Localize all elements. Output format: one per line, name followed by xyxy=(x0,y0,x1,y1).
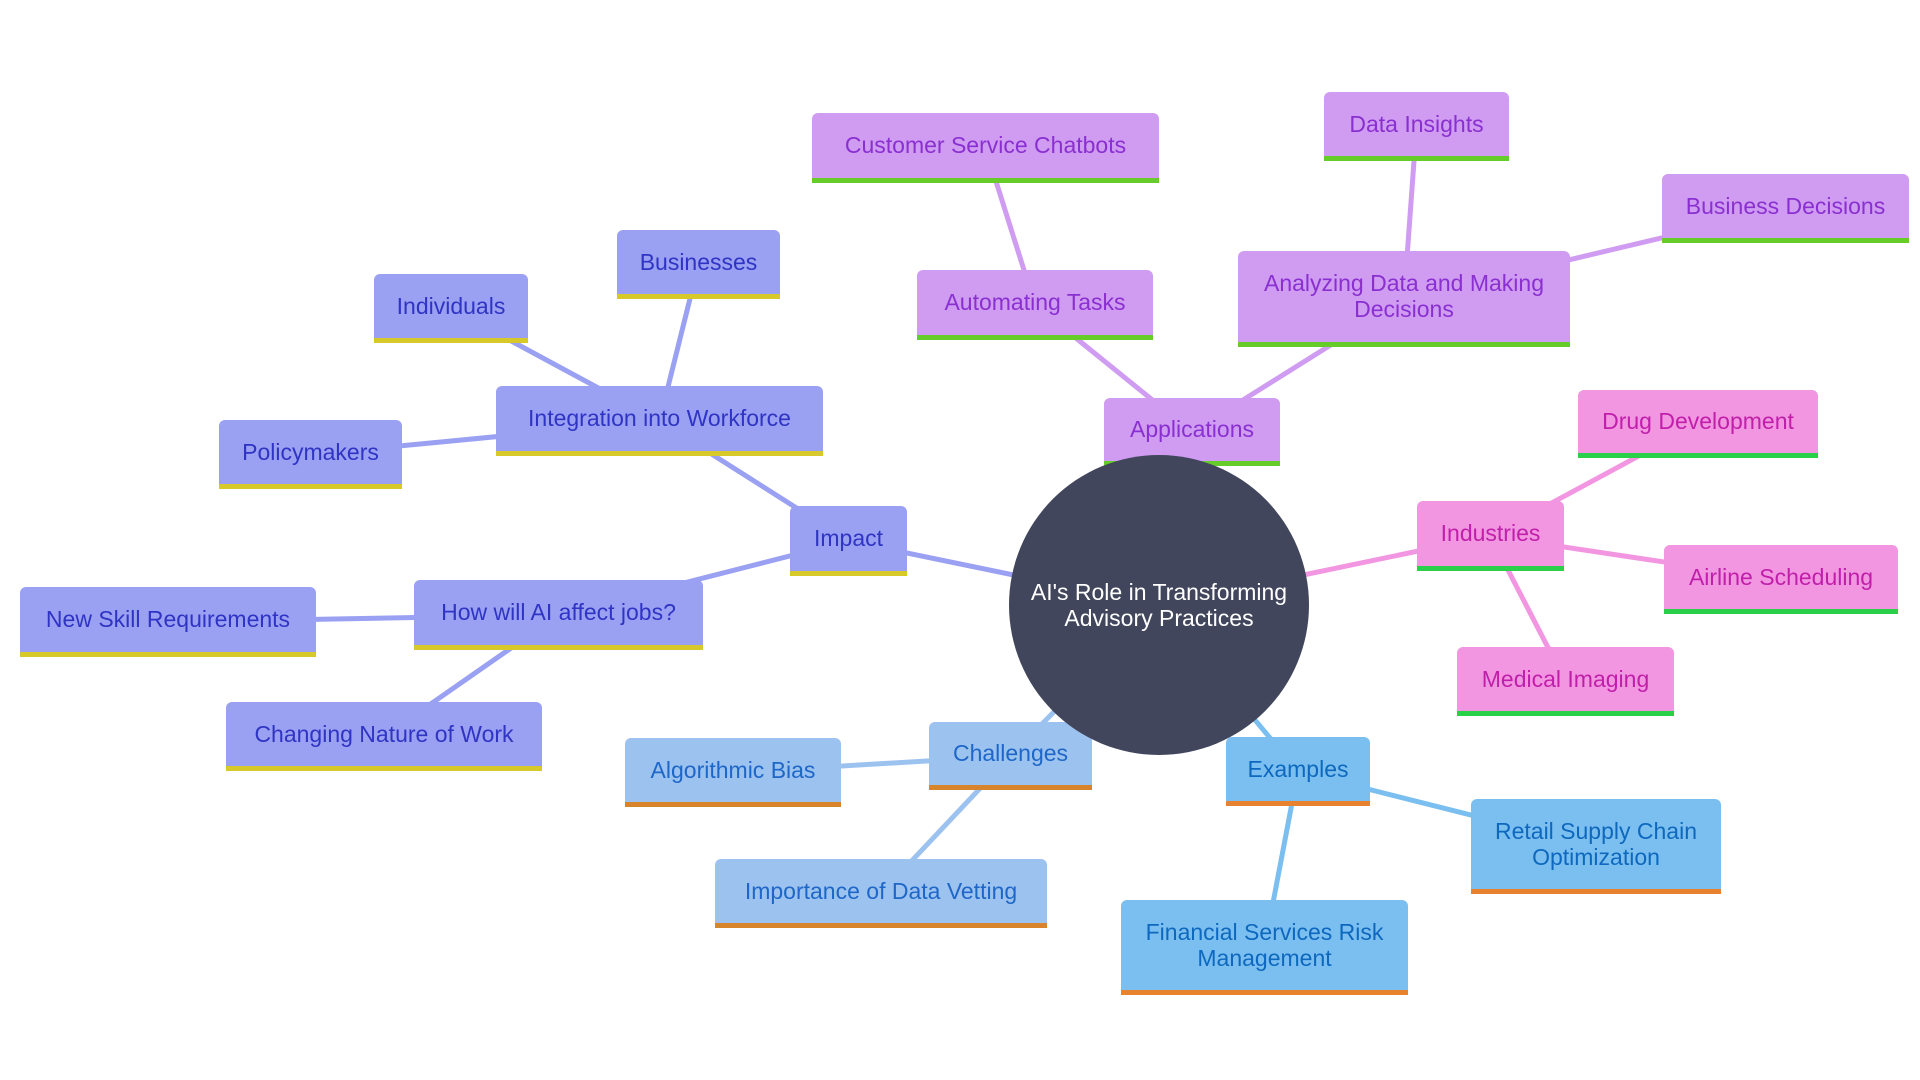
node-how-will-ai-affect-jobs[interactable]: How will AI affect jobs? xyxy=(414,580,703,650)
node-label: Businesses xyxy=(639,248,758,275)
node-analyzing-data-and-making-decisions[interactable]: Analyzing Data and Making Decisions xyxy=(1238,251,1570,347)
node-applications[interactable]: Applications xyxy=(1104,398,1280,466)
node-integration-into-workforce[interactable]: Integration into Workforce xyxy=(496,386,823,456)
node-label: Impact xyxy=(813,525,884,551)
node-label: How will AI affect jobs? xyxy=(441,599,676,625)
node-label: Financial Services Risk Management xyxy=(1145,918,1384,971)
node-financial-services-risk-management[interactable]: Financial Services Risk Management xyxy=(1121,900,1408,995)
node-drug-development[interactable]: Drug Development xyxy=(1578,390,1818,458)
node-impact[interactable]: Impact xyxy=(790,506,907,576)
root-node[interactable]: AI's Role in Transforming Advisory Pract… xyxy=(1009,455,1309,755)
node-automating-tasks[interactable]: Automating Tasks xyxy=(917,270,1153,340)
node-importance-of-data-vetting[interactable]: Importance of Data Vetting xyxy=(715,859,1047,928)
node-label: Drug Development xyxy=(1602,408,1794,434)
node-label: Applications xyxy=(1129,416,1255,442)
node-label: Medical Imaging xyxy=(1481,665,1650,692)
node-label: Airline Scheduling xyxy=(1688,563,1874,590)
node-label: Automating Tasks xyxy=(944,289,1126,315)
node-label: Retail Supply Chain Optimization xyxy=(1494,817,1697,870)
node-label: Importance of Data Vetting xyxy=(744,877,1018,904)
root-label: AI's Role in Transforming Advisory Pract… xyxy=(1030,579,1288,631)
node-label: Customer Service Chatbots xyxy=(844,132,1127,158)
node-challenges[interactable]: Challenges xyxy=(929,722,1092,790)
node-changing-nature-of-work[interactable]: Changing Nature of Work xyxy=(226,702,542,771)
node-retail-supply-chain-optimization[interactable]: Retail Supply Chain Optimization xyxy=(1471,799,1721,894)
node-examples[interactable]: Examples xyxy=(1226,737,1370,806)
node-individuals[interactable]: Individuals xyxy=(374,274,528,343)
node-label: Examples xyxy=(1247,755,1349,782)
node-label: Business Decisions xyxy=(1685,192,1886,219)
node-new-skill-requirements[interactable]: New Skill Requirements xyxy=(20,587,316,657)
node-airline-scheduling[interactable]: Airline Scheduling xyxy=(1664,545,1898,614)
node-label: Algorithmic Bias xyxy=(650,756,816,783)
node-label: New Skill Requirements xyxy=(45,606,291,632)
node-label: Challenges xyxy=(952,740,1069,766)
node-business-decisions[interactable]: Business Decisions xyxy=(1662,174,1909,243)
node-policymakers[interactable]: Policymakers xyxy=(219,420,402,489)
node-label: Industries xyxy=(1440,520,1541,546)
node-industries[interactable]: Industries xyxy=(1417,501,1564,571)
node-medical-imaging[interactable]: Medical Imaging xyxy=(1457,647,1674,716)
node-label: Integration into Workforce xyxy=(528,405,791,431)
node-algorithmic-bias[interactable]: Algorithmic Bias xyxy=(625,738,841,807)
node-label: Analyzing Data and Making Decisions xyxy=(1264,270,1544,322)
node-customer-service-chatbots[interactable]: Customer Service Chatbots xyxy=(812,113,1159,183)
node-businesses[interactable]: Businesses xyxy=(617,230,780,299)
node-label: Policymakers xyxy=(242,438,379,465)
node-label: Changing Nature of Work xyxy=(254,720,514,747)
node-label: Data Insights xyxy=(1349,110,1484,137)
node-data-insights[interactable]: Data Insights xyxy=(1324,92,1509,161)
node-label: Individuals xyxy=(396,292,506,319)
